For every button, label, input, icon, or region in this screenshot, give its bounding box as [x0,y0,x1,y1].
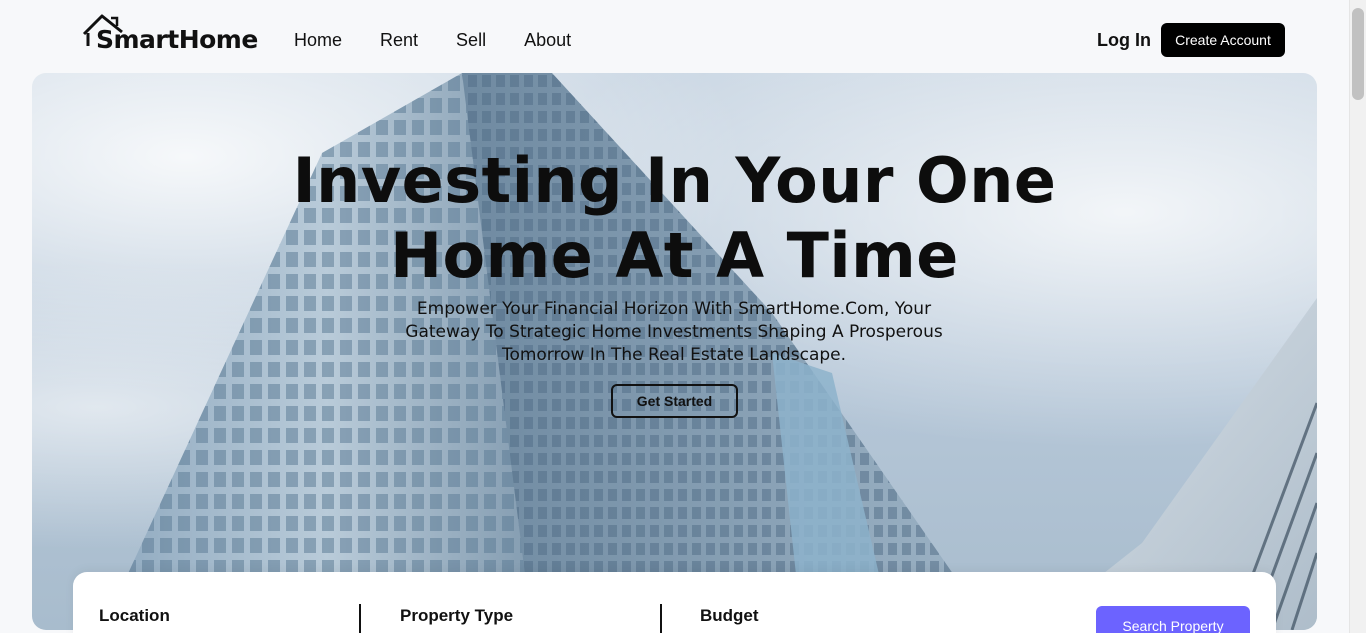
nav-link-about[interactable]: About [524,30,571,51]
nav-links: Home Rent Sell About [294,30,609,51]
house-roof-icon [82,14,123,46]
hero-banner: Investing In Your One Home At A Time Emp… [32,73,1317,630]
nav-link-sell[interactable]: Sell [456,30,486,51]
hero-title-line-1: Investing In Your One [292,144,1057,217]
login-link[interactable]: Log In [1097,30,1151,51]
logo[interactable]: SmartHome [82,12,258,52]
search-panel: Location Property Type Budget Search Pro… [73,572,1276,633]
divider [660,604,662,633]
page-scrollbar[interactable] [1349,0,1366,633]
nav-link-home[interactable]: Home [294,30,342,51]
nav-link-rent[interactable]: Rent [380,30,418,51]
create-account-button[interactable]: Create Account [1161,23,1285,57]
divider [359,604,361,633]
property-type-label[interactable]: Property Type [400,606,513,626]
hero-title: Investing In Your One Home At A Time [32,143,1317,293]
scrollbar-thumb[interactable] [1352,8,1364,100]
get-started-button[interactable]: Get Started [611,384,738,418]
budget-label[interactable]: Budget [700,606,759,626]
location-label[interactable]: Location [99,606,170,626]
hero-title-line-2: Home At A Time [390,219,959,292]
navbar: SmartHome Home Rent Sell About Log In Cr… [0,0,1349,73]
hero-subtitle: Empower Your Financial Horizon With Smar… [405,299,943,365]
search-property-button[interactable]: Search Property [1096,606,1250,633]
